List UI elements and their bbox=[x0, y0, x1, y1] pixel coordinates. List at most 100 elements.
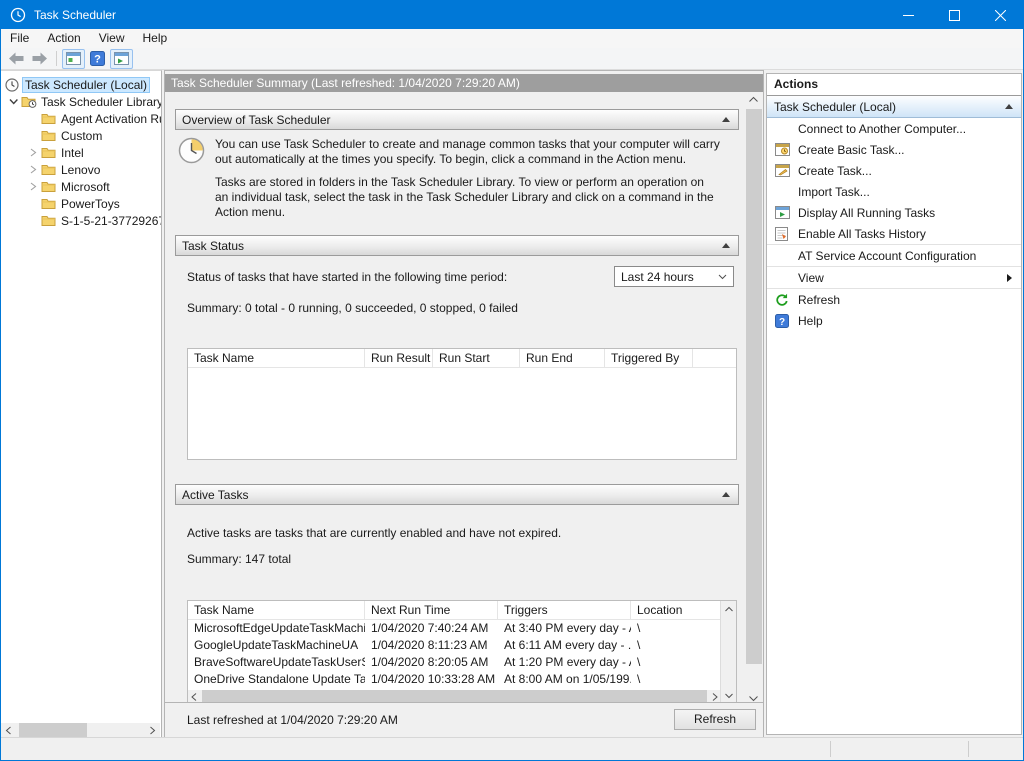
create-basic-task-icon bbox=[775, 143, 798, 156]
action-create-basic-task[interactable]: Create Basic Task... bbox=[767, 139, 1021, 160]
maximize-button[interactable] bbox=[931, 1, 977, 29]
folder-clock-icon bbox=[21, 95, 39, 108]
active-task-row[interactable]: MicrosoftEdgeUpdateTaskMachine...1/04/20… bbox=[188, 620, 721, 637]
tree-item-label: Intel bbox=[59, 146, 86, 160]
time-period-select[interactable]: Last 24 hours bbox=[614, 266, 734, 287]
active-task-row[interactable]: OneDrive Standalone Update Task-...1/04/… bbox=[188, 671, 721, 688]
tree-item-custom[interactable]: Custom bbox=[1, 127, 161, 144]
forward-button[interactable] bbox=[29, 50, 51, 68]
task-status-summary: Summary: 0 total - 0 running, 0 succeede… bbox=[187, 301, 518, 315]
status-bar bbox=[1, 737, 1023, 760]
expand-chevron-icon[interactable] bbox=[25, 165, 41, 174]
summary-scroll-thumb[interactable] bbox=[746, 109, 762, 664]
active-task-row[interactable]: GoogleUpdateTaskMachineUA1/04/2020 8:11:… bbox=[188, 637, 721, 654]
column-header-triggers[interactable]: Triggers bbox=[498, 601, 631, 619]
help-button[interactable]: ? bbox=[87, 50, 108, 68]
cell: \ bbox=[631, 654, 721, 671]
overview-paragraph-2: Tasks are stored in folders in the Task … bbox=[215, 175, 720, 220]
action-label: View bbox=[798, 271, 1007, 285]
tree-item-agent-activation-runt[interactable]: Agent Activation Runt bbox=[1, 110, 161, 127]
tree-item-intel[interactable]: Intel bbox=[1, 144, 161, 161]
overview-section-title: Overview of Task Scheduler bbox=[176, 113, 722, 127]
refresh-button[interactable]: Refresh bbox=[674, 709, 756, 730]
collapse-chevron-icon[interactable] bbox=[5, 98, 21, 106]
tree-item-s-1-5-21-3772926790[interactable]: S-1-5-21-3772926790- bbox=[1, 212, 161, 229]
cell: GoogleUpdateTaskMachineUA bbox=[188, 637, 365, 654]
svg-text:?: ? bbox=[779, 316, 785, 327]
cell: MicrosoftEdgeUpdateTaskMachine... bbox=[188, 620, 365, 637]
tree-item-lenovo[interactable]: Lenovo bbox=[1, 161, 161, 178]
action-display-all-running-tasks[interactable]: Display All Running Tasks bbox=[767, 202, 1021, 223]
menu-view[interactable]: View bbox=[90, 29, 134, 48]
column-header-next-run-time[interactable]: Next Run Time bbox=[365, 601, 498, 619]
collapse-overview-icon[interactable] bbox=[722, 117, 730, 122]
action-create-task[interactable]: Create Task... bbox=[767, 160, 1021, 181]
scroll-left-icon[interactable] bbox=[1, 723, 16, 738]
tree-item-label: PowerToys bbox=[59, 197, 122, 211]
tree-item-task-scheduler-local[interactable]: Task Scheduler (Local) bbox=[1, 76, 161, 93]
show-action-pane-button[interactable] bbox=[110, 49, 133, 69]
folder-icon bbox=[41, 112, 59, 125]
cell: At 8:00 AM on 1/05/199... bbox=[498, 671, 631, 688]
collapse-task-status-icon[interactable] bbox=[722, 243, 730, 248]
task-status-section-header[interactable]: Task Status bbox=[175, 235, 739, 256]
overview-section-header[interactable]: Overview of Task Scheduler bbox=[175, 109, 739, 130]
action-help[interactable]: ?Help bbox=[767, 310, 1021, 331]
show-console-tree-button[interactable] bbox=[62, 49, 85, 69]
actions-group-header[interactable]: Task Scheduler (Local) bbox=[767, 96, 1021, 118]
folder-icon bbox=[41, 129, 59, 142]
overview-paragraph-1: You can use Task Scheduler to create and… bbox=[215, 137, 720, 167]
menu-file[interactable]: File bbox=[1, 29, 38, 48]
action-enable-all-tasks-history[interactable]: Enable All Tasks History bbox=[767, 223, 1021, 244]
active-task-row[interactable]: BraveSoftwareUpdateTaskUserS-1-...1/04/2… bbox=[188, 654, 721, 671]
expand-chevron-icon[interactable] bbox=[25, 148, 41, 157]
task-status-table[interactable]: Task NameRun ResultRun StartRun EndTrigg… bbox=[187, 348, 737, 460]
minimize-button[interactable] bbox=[885, 1, 931, 29]
tree-scroll-thumb[interactable] bbox=[19, 723, 87, 738]
svg-text:?: ? bbox=[94, 54, 101, 66]
collapse-active-tasks-icon[interactable] bbox=[722, 492, 730, 497]
active-tasks-table-header: Task NameNext Run TimeTriggersLocation bbox=[188, 601, 721, 620]
menu-help[interactable]: Help bbox=[134, 29, 177, 48]
action-import-task[interactable]: Import Task... bbox=[767, 181, 1021, 202]
action-view[interactable]: View bbox=[767, 267, 1021, 288]
active-tasks-section-header[interactable]: Active Tasks bbox=[175, 484, 739, 505]
console-tree-panel: Task Scheduler (Local)Task Scheduler Lib… bbox=[1, 70, 162, 738]
cell: \ bbox=[631, 620, 721, 637]
clock-icon bbox=[5, 78, 23, 92]
scroll-up-icon[interactable] bbox=[721, 601, 736, 616]
folder-icon bbox=[41, 197, 59, 210]
folder-icon bbox=[41, 146, 59, 159]
column-header-triggered-by[interactable]: Triggered By bbox=[605, 349, 693, 367]
back-button[interactable] bbox=[5, 50, 27, 68]
active-tasks-section-title: Active Tasks bbox=[176, 488, 722, 502]
display-running-tasks-icon bbox=[775, 206, 798, 219]
toolbar: ? bbox=[1, 48, 1023, 70]
active-tasks-table[interactable]: Task NameNext Run TimeTriggersLocation M… bbox=[187, 600, 737, 704]
summary-vertical-scrollbar[interactable] bbox=[746, 92, 762, 706]
column-header-task-name[interactable]: Task Name bbox=[188, 601, 365, 619]
column-header-task-name[interactable]: Task Name bbox=[188, 349, 365, 367]
column-header-run-result[interactable]: Run Result bbox=[365, 349, 433, 367]
tree-item-task-scheduler-library[interactable]: Task Scheduler Library bbox=[1, 93, 161, 110]
cell: \ bbox=[631, 637, 721, 654]
menu-action[interactable]: Action bbox=[38, 29, 89, 48]
action-at-service-account-configuration[interactable]: AT Service Account Configuration bbox=[767, 245, 1021, 266]
tree-item-powertoys[interactable]: PowerToys bbox=[1, 195, 161, 212]
action-connect-to-another-computer[interactable]: Connect to Another Computer... bbox=[767, 118, 1021, 139]
tree-horizontal-scrollbar[interactable] bbox=[1, 723, 160, 738]
column-header-location[interactable]: Location bbox=[631, 601, 714, 619]
close-button[interactable] bbox=[977, 1, 1023, 29]
expand-chevron-icon[interactable] bbox=[25, 182, 41, 191]
active-tasks-vertical-scrollbar[interactable] bbox=[720, 601, 736, 703]
column-header-run-end[interactable]: Run End bbox=[520, 349, 605, 367]
column-header-run-start[interactable]: Run Start bbox=[433, 349, 520, 367]
summary-pane-title: Task Scheduler Summary (Last refreshed: … bbox=[165, 74, 763, 92]
collapse-actions-group-icon[interactable] bbox=[1005, 104, 1013, 109]
task-status-table-header: Task NameRun ResultRun StartRun EndTrigg… bbox=[188, 349, 736, 368]
scroll-up-icon[interactable] bbox=[746, 92, 761, 107]
action-refresh[interactable]: Refresh bbox=[767, 289, 1021, 310]
tree-item-microsoft[interactable]: Microsoft bbox=[1, 178, 161, 195]
scroll-right-icon[interactable] bbox=[145, 723, 160, 738]
scroll-down-icon[interactable] bbox=[721, 688, 736, 703]
